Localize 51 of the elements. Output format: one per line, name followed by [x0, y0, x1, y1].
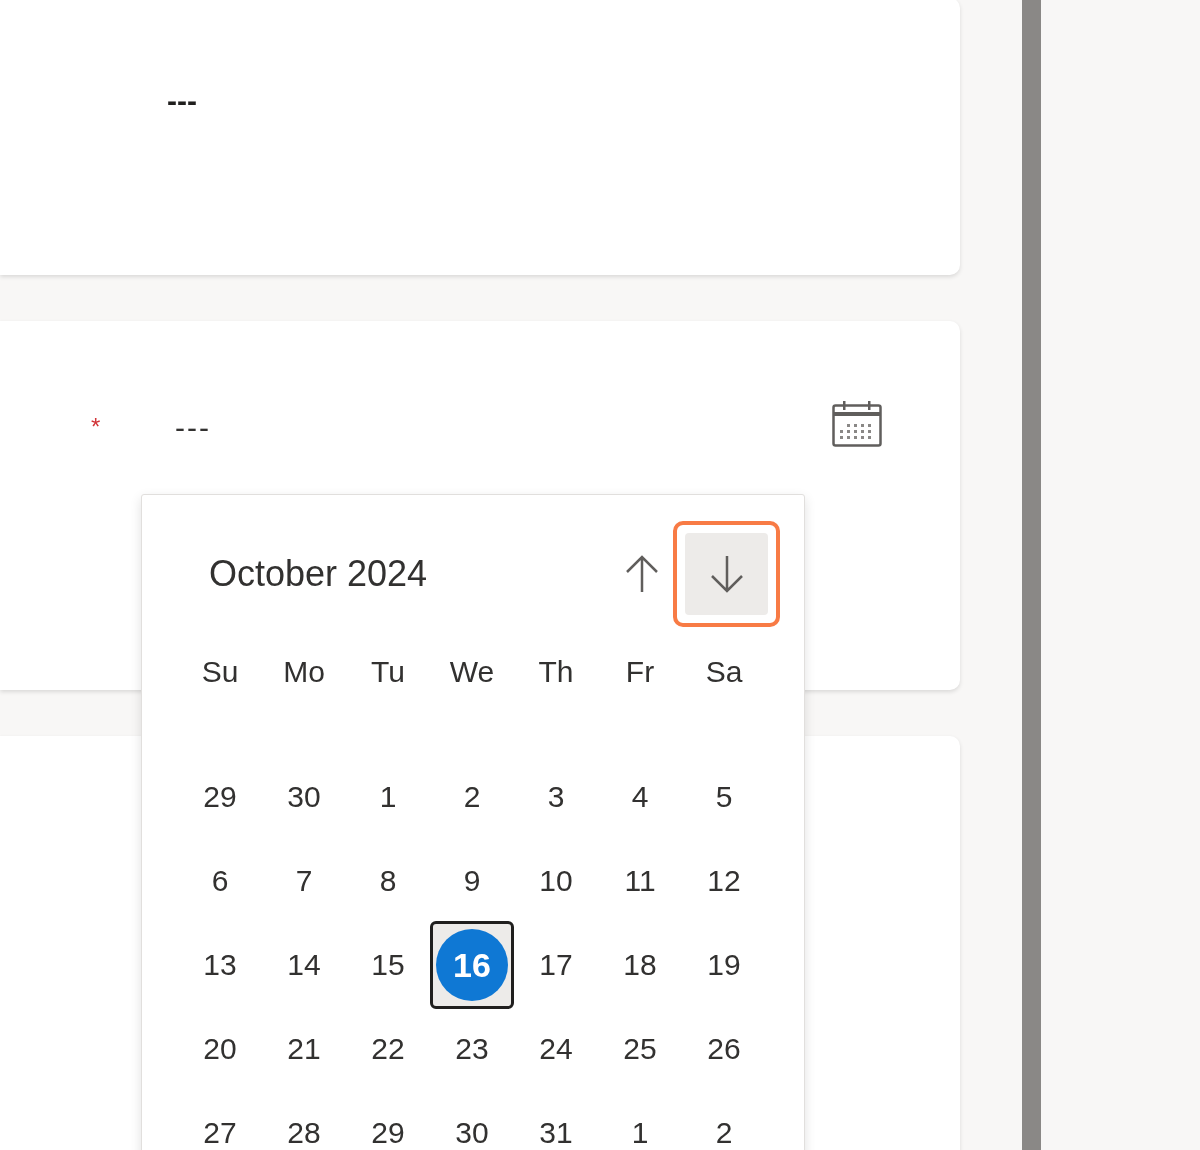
- calendar-day[interactable]: 2: [715, 1116, 733, 1150]
- calendar-day[interactable]: 12: [707, 864, 741, 898]
- calendar-day[interactable]: 17: [539, 948, 573, 982]
- calendar-day[interactable]: 13: [203, 948, 237, 982]
- date-field[interactable]: ---: [175, 411, 211, 445]
- next-month-button[interactable]: [685, 533, 768, 615]
- calendar-day[interactable]: 18: [623, 948, 657, 982]
- calendar-day[interactable]: 29: [371, 1116, 405, 1150]
- up-arrow-icon: [624, 555, 659, 593]
- month-title[interactable]: October 2024: [209, 553, 600, 595]
- calendar-day[interactable]: 1: [379, 780, 397, 814]
- weekday-label: Fr: [625, 655, 655, 689]
- calendar-day[interactable]: 19: [707, 948, 741, 982]
- calendar-day[interactable]: 7: [295, 864, 313, 898]
- weekday-label: Sa: [705, 655, 743, 689]
- calendar-day[interactable]: 16: [430, 921, 514, 1009]
- required-marker: *: [91, 413, 101, 441]
- calendar-day[interactable]: 26: [707, 1032, 741, 1066]
- calendar-day[interactable]: 9: [463, 864, 481, 898]
- weekday-label: Mo: [283, 655, 325, 689]
- calendar-day[interactable]: 14: [287, 948, 321, 982]
- calendar-day[interactable]: 25: [623, 1032, 657, 1066]
- field-value: ---: [167, 84, 197, 118]
- calendar-day[interactable]: 22: [371, 1032, 405, 1066]
- weekday-label: Th: [538, 655, 574, 689]
- calendar-day[interactable]: 11: [624, 864, 656, 898]
- down-arrow-icon: [709, 555, 744, 593]
- calendar-day[interactable]: 1: [631, 1116, 649, 1150]
- calendar-day[interactable]: 23: [455, 1032, 489, 1066]
- calendar-day[interactable]: 29: [203, 780, 237, 814]
- calendar-icon[interactable]: [832, 400, 882, 447]
- calendar-day[interactable]: 2: [463, 780, 481, 814]
- calendar-day[interactable]: 30: [287, 780, 321, 814]
- weekday-label: Su: [201, 655, 239, 689]
- calendar-day[interactable]: 10: [539, 864, 573, 898]
- calendar-day[interactable]: 24: [539, 1032, 573, 1066]
- calendar-day[interactable]: 6: [211, 864, 229, 898]
- calendar-day[interactable]: 27: [203, 1116, 237, 1150]
- calendar-day[interactable]: 21: [287, 1032, 321, 1066]
- calendar-day[interactable]: 31: [539, 1116, 573, 1150]
- calendar-day[interactable]: 8: [379, 864, 397, 898]
- calendar-day[interactable]: 15: [371, 948, 405, 982]
- calendar-day[interactable]: 20: [203, 1032, 237, 1066]
- calendar-day[interactable]: 3: [547, 780, 565, 814]
- weekday-label: Tu: [371, 655, 405, 689]
- calendar-day[interactable]: 4: [631, 780, 649, 814]
- scrollbar[interactable]: [1022, 0, 1041, 1150]
- calendar-day[interactable]: 5: [715, 780, 733, 814]
- calendar-day[interactable]: 28: [287, 1116, 321, 1150]
- calendar-day[interactable]: 30: [455, 1116, 489, 1150]
- weekday-label: We: [449, 655, 495, 689]
